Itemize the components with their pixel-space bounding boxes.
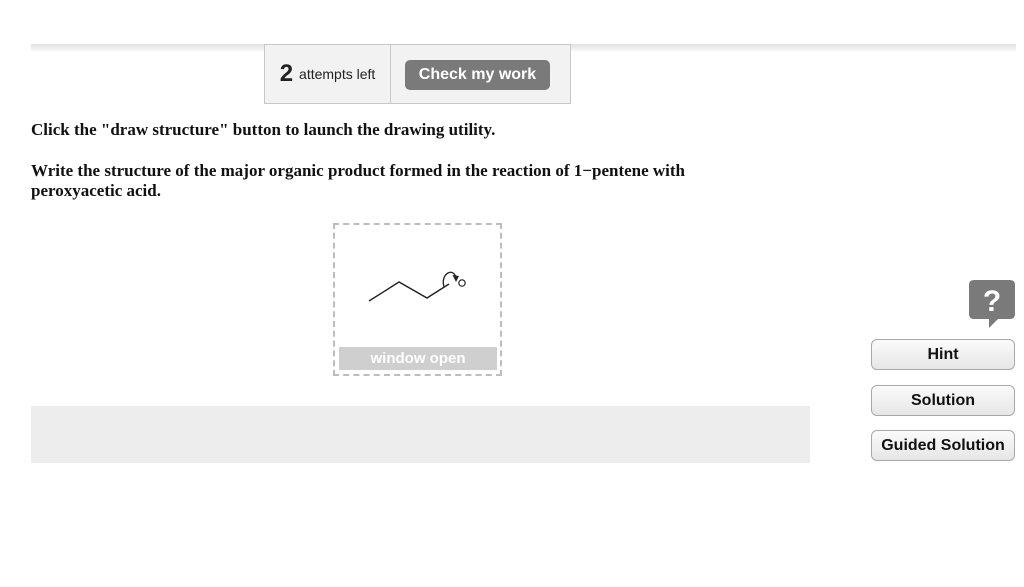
solution-button[interactable]: Solution: [871, 385, 1015, 416]
attempts-count: 2: [279, 60, 294, 87]
draw-structure-button[interactable]: window open: [333, 223, 502, 376]
arrow-curve: [442, 271, 457, 288]
check-my-work-button[interactable]: Check my work: [405, 60, 550, 90]
instruction-text: Click the "draw structure" button to lau…: [31, 120, 496, 139]
window-open-status: window open: [339, 347, 497, 370]
carbon-chain: [368, 281, 450, 302]
attempts-label: attempts left: [299, 66, 376, 82]
help-question-icon[interactable]: ?: [968, 279, 1016, 329]
help-glyph: ?: [983, 285, 1001, 318]
check-work-container: Check my work: [390, 44, 571, 104]
question-text: Write the structure of the major organic…: [31, 161, 686, 200]
hint-button[interactable]: Hint: [871, 339, 1015, 370]
attempts-counter: 2 attempts left: [264, 44, 391, 104]
guided-solution-button[interactable]: Guided Solution: [871, 430, 1015, 461]
arrow-head: [452, 275, 459, 282]
oxygen-atom: [458, 279, 466, 287]
feedback-area: [31, 406, 810, 463]
molecule-structure-preview: [368, 271, 466, 302]
